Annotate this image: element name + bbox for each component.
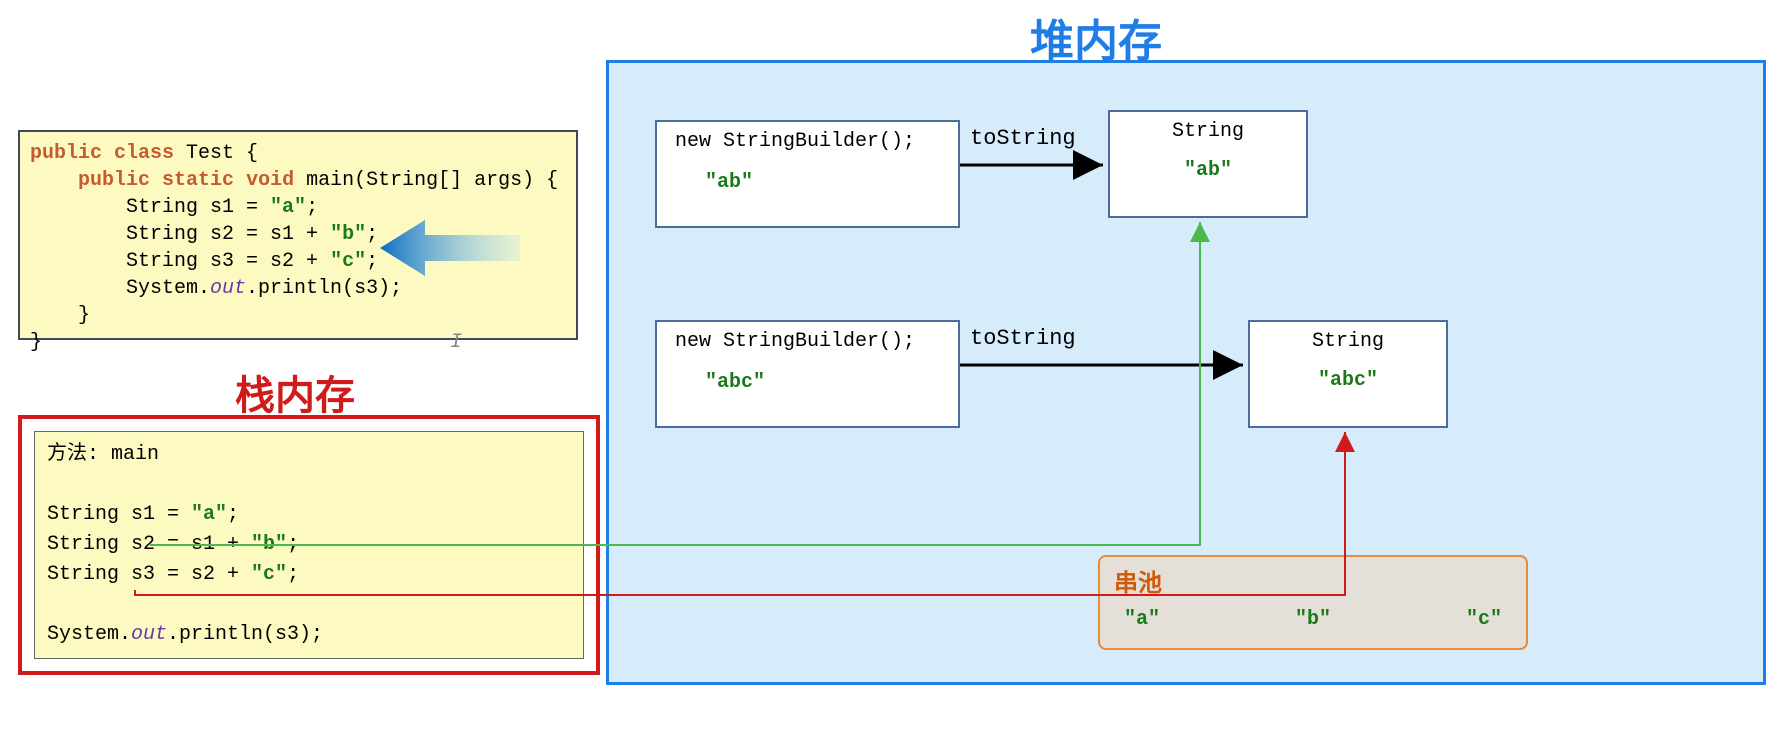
str: "a" bbox=[191, 503, 227, 526]
txt: main(String[] args) { bbox=[294, 169, 558, 192]
txt: Test { bbox=[174, 142, 258, 165]
tostring-label-1: toString bbox=[970, 126, 1076, 151]
txt: String s1 = bbox=[30, 196, 270, 219]
pointer-arrow-icon bbox=[380, 218, 520, 278]
txt: String s3 = s2 + bbox=[47, 563, 251, 586]
txt: } bbox=[30, 304, 90, 327]
txt: ; bbox=[287, 533, 299, 556]
txt: String s1 = bbox=[47, 503, 191, 526]
str: "b" bbox=[330, 223, 366, 246]
out: out bbox=[210, 277, 246, 300]
str: "b" bbox=[251, 533, 287, 556]
str: "c" bbox=[251, 563, 287, 586]
stringbuilder-box-2: new StringBuilder(); "abc" bbox=[655, 320, 960, 428]
txt: .println(s3); bbox=[167, 623, 323, 646]
txt: String s2 = s1 + bbox=[47, 533, 251, 556]
method-label: 方法: main bbox=[47, 443, 159, 466]
kw: class bbox=[114, 142, 174, 165]
obj-title: String bbox=[1122, 120, 1294, 143]
string-box-1: String "ab" bbox=[1108, 110, 1308, 218]
pool-items: "a" "b" "c" bbox=[1114, 608, 1512, 631]
kw: void bbox=[246, 169, 294, 192]
txt: .println(s3); bbox=[246, 277, 402, 300]
txt: String s2 = s1 + bbox=[30, 223, 330, 246]
stringbuilder-box-1: new StringBuilder(); "ab" bbox=[655, 120, 960, 228]
pool-item: "b" bbox=[1295, 608, 1331, 631]
string-box-2: String "abc" bbox=[1248, 320, 1448, 428]
out: out bbox=[131, 623, 167, 646]
txt: ; bbox=[287, 563, 299, 586]
txt: System. bbox=[30, 277, 210, 300]
txt: ; bbox=[227, 503, 239, 526]
pool-title: 串池 bbox=[1114, 563, 1512, 598]
obj-title: String bbox=[1262, 330, 1434, 353]
string-pool-box: 串池 "a" "b" "c" bbox=[1098, 555, 1528, 650]
obj-title: new StringBuilder(); bbox=[675, 130, 946, 153]
kw: public bbox=[30, 142, 102, 165]
obj-title: new StringBuilder(); bbox=[675, 330, 946, 353]
txt: ; bbox=[366, 223, 378, 246]
txt: String s3 = s2 + bbox=[30, 250, 330, 273]
txt: ; bbox=[366, 250, 378, 273]
kw: public bbox=[78, 169, 150, 192]
pool-item: "c" bbox=[1466, 608, 1502, 631]
obj-value: "abc" bbox=[1262, 369, 1434, 392]
txt: System. bbox=[47, 623, 131, 646]
obj-value: "ab" bbox=[1122, 159, 1294, 182]
kw: static bbox=[162, 169, 234, 192]
tostring-label-2: toString bbox=[970, 326, 1076, 351]
obj-value: "ab" bbox=[675, 171, 946, 194]
stack-title: 栈内存 bbox=[235, 363, 355, 421]
txt: ; bbox=[306, 196, 318, 219]
str: "a" bbox=[270, 196, 306, 219]
pool-item: "a" bbox=[1124, 608, 1160, 631]
stack-frame: 方法: main String s1 = "a"; String s2 = s1… bbox=[34, 431, 584, 659]
stack-memory-box: 方法: main String s1 = "a"; String s2 = s1… bbox=[18, 415, 600, 675]
obj-value: "abc" bbox=[675, 371, 946, 394]
text-cursor-icon: I bbox=[450, 331, 462, 354]
str: "c" bbox=[330, 250, 366, 273]
txt: } bbox=[30, 331, 42, 354]
